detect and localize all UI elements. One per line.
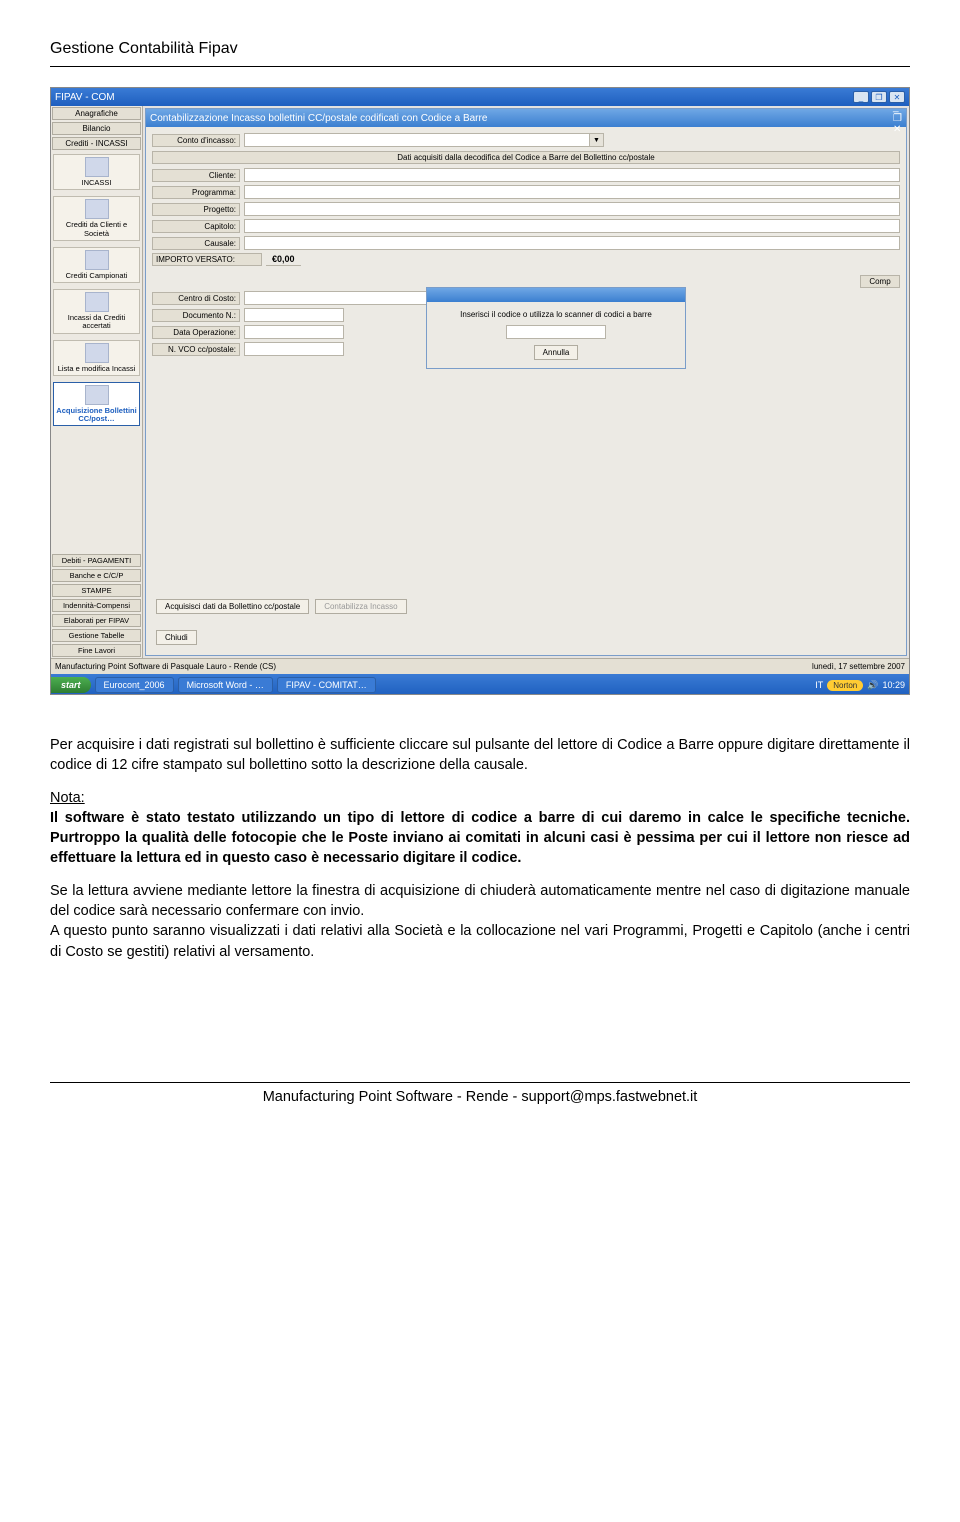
page-footer: Manufacturing Point Software - Rende - s… [50,1082,910,1105]
label-comp: Comp [860,275,900,288]
paragraph: A questo punto saranno visualizzati i da… [50,923,910,959]
form-body: Conto d'incasso: ▼ Dati acquisiti dalla … [146,127,906,624]
status-left: Manufacturing Point Software di Pasquale… [55,662,276,671]
label-conto-incasso: Conto d'incasso: [152,134,240,147]
label-vco: N. VCO cc/postale: [152,343,240,356]
label-programma: Programma: [152,186,240,199]
field-progetto[interactable] [244,202,900,216]
start-button[interactable]: start [51,677,91,693]
taskbar-item[interactable]: Eurocont_2006 [95,677,174,693]
note-body: Il software è stato testato utilizzando … [50,810,910,867]
minimize-icon[interactable]: _ [893,102,902,113]
field-programma[interactable] [244,185,900,199]
sidebar-head[interactable]: Anagrafiche [52,107,141,120]
sidebar-foot[interactable]: Indennità-Compensi [52,599,141,612]
dialog-prompt: Inserisci il codice o utilizza lo scanne… [435,310,677,319]
sidebar-item-lista-incassi[interactable]: Lista e modifica Incassi [53,340,140,376]
maximize-icon[interactable]: ❐ [871,91,887,103]
child-window-title: Contabilizzazione Incasso bollettini CC/… [150,113,487,124]
sidebar-foot[interactable]: Fine Lavori [52,644,141,657]
child-window: Contabilizzazione Incasso bollettini CC/… [145,108,907,656]
status-right: lunedì, 17 settembre 2007 [812,662,905,671]
outer-window-titlebar: FIPAV - COM _ ❐ ✕ [51,88,909,106]
field-vco[interactable] [244,342,344,356]
taskbar-item[interactable]: Microsoft Word - … [178,677,273,693]
clock: 10:29 [882,680,905,690]
sidebar-head[interactable]: Bilancio [52,122,141,135]
paragraph: Se la lettura avviene mediante lettore l… [50,883,910,919]
value-importo: €0,00 [266,253,301,266]
label-capitolo: Capitolo: [152,220,240,233]
sidebar-item-label: Crediti da Clienti e Società [56,221,137,238]
sidebar-foot[interactable]: Gestione Tabelle [52,629,141,642]
outer-window-title: FIPAV - COM [55,92,115,103]
minimize-icon[interactable]: _ [853,91,869,103]
field-capitolo[interactable] [244,219,900,233]
contabilizza-button[interactable]: Contabilizza Incasso [315,599,406,614]
child-window-titlebar: Contabilizzazione Incasso bollettini CC/… [146,109,906,127]
section-header: Dati acquisiti dalla decodifica del Codi… [152,151,900,164]
body-text: Per acquisire i dati registrati sul boll… [50,735,910,962]
sidebar-item-crediti-campionati[interactable]: Crediti Campionati [53,247,140,283]
acquire-data-button[interactable]: Acquisisci dati da Bollettino cc/postale [156,599,309,614]
horizontal-rule [50,66,910,67]
tray-speaker-icon[interactable]: 🔊 [867,680,878,691]
note-heading: Nota: [50,790,85,806]
sidebar-foot[interactable]: Elaborati per FIPAV [52,614,141,627]
taskbar-item[interactable]: FIPAV - COMITAT… [277,677,376,693]
sidebar: Anagrafiche Bilancio Crediti - INCASSI I… [51,106,143,658]
field-cliente[interactable] [244,168,900,182]
sidebar-item-crediti-clienti[interactable]: Crediti da Clienti e Società [53,196,140,241]
document-title: Gestione Contabilità Fipav [50,40,910,58]
sidebar-head[interactable]: Crediti - INCASSI [52,137,141,150]
sidebar-item-acquisizione-bollettini[interactable]: Acquisizione Bollettini CC/post… [53,382,140,427]
norton-badge[interactable]: Norton [827,680,863,691]
label-cliente: Cliente: [152,169,240,182]
language-indicator[interactable]: IT [815,680,823,690]
screenshot-figure: FIPAV - COM _ ❐ ✕ Anagrafiche Bilancio C… [50,87,910,695]
maximize-icon[interactable]: ❐ [893,113,902,124]
sidebar-item-incassi-crediti[interactable]: Incassi da Crediti accertati [53,289,140,334]
label-centro-costo: Centro di Costo: [152,292,240,305]
sidebar-foot[interactable]: Banche e C/C/P [52,569,141,582]
trophy-icon [85,250,109,270]
label-causale: Causale: [152,237,240,250]
sidebar-item-label: Acquisizione Bollettini CC/post… [56,407,137,424]
barcode-input[interactable] [506,325,606,339]
status-bar: Manufacturing Point Software di Pasquale… [51,658,909,674]
dialog-titlebar [427,288,685,302]
label-documento: Documento N.: [152,309,240,322]
check-icon [85,292,109,312]
sidebar-item-label: Lista e modifica Incassi [58,365,136,373]
field-documento[interactable] [244,308,344,322]
combo-conto-incasso[interactable]: ▼ [244,133,604,147]
footer-text: Manufacturing Point Software - Rende - s… [50,1089,910,1105]
people-icon [85,199,109,219]
sidebar-item-label: Incassi da Crediti accertati [56,314,137,331]
sidebar-item-incassi[interactable]: INCASSI [53,154,140,190]
barcode-scanner-icon [85,385,109,405]
field-data-op[interactable] [244,325,344,339]
sidebar-foot[interactable]: Debiti - PAGAMENTI [52,554,141,567]
label-data-op: Data Operazione: [152,326,240,339]
label-progetto: Progetto: [152,203,240,216]
sidebar-item-label: Crediti Campionati [66,272,128,280]
label-importo: IMPORTO VERSATO: [152,253,262,266]
cash-icon [85,157,109,177]
taskbar: start Eurocont_2006 Microsoft Word - … F… [51,674,909,695]
chevron-down-icon: ▼ [589,134,603,146]
field-causale[interactable] [244,236,900,250]
list-icon [85,343,109,363]
sidebar-foot[interactable]: STAMPE [52,584,141,597]
cancel-button[interactable]: Annulla [534,345,579,360]
paragraph: Per acquisire i dati registrati sul boll… [50,735,910,776]
sidebar-item-label: INCASSI [81,179,111,187]
close-button[interactable]: Chiudi [156,630,197,645]
barcode-input-dialog: Inserisci il codice o utilizza lo scanne… [426,287,686,369]
